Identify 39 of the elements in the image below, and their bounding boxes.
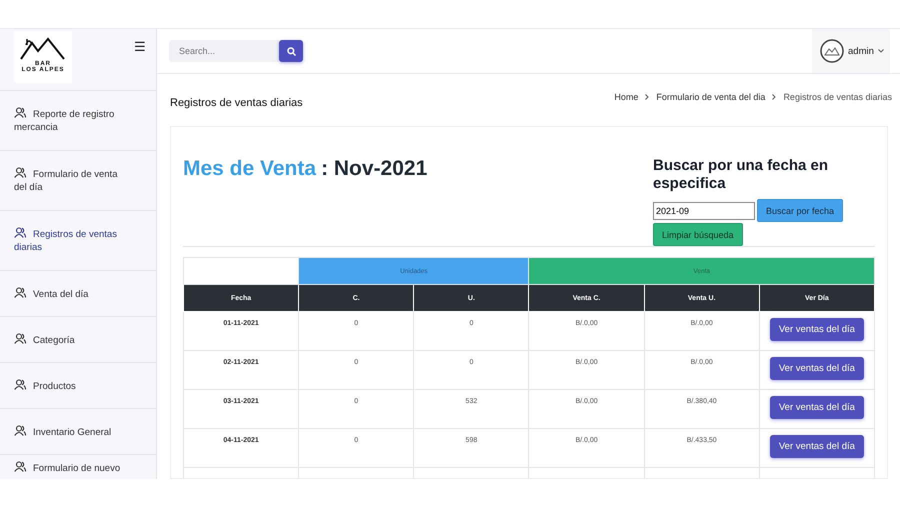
users-icon (14, 167, 26, 178)
view-day-sales-button[interactable]: Ver ventas del día (770, 357, 864, 380)
users-icon (14, 227, 26, 238)
month-value: : Nov-2021 (321, 157, 428, 180)
sidebar-item[interactable]: Productos (0, 363, 156, 409)
users-icon (14, 461, 26, 472)
users-icon (14, 425, 26, 436)
search-icon (286, 46, 296, 56)
users-icon (14, 107, 26, 118)
search-by-date-button[interactable]: Buscar por fecha (757, 199, 844, 222)
view-day-sales-button[interactable]: Ver ventas del día (770, 318, 864, 341)
date-search-title: Buscar por una fecha en especifica (653, 157, 830, 193)
sidebar-item[interactable]: Inventario General (0, 409, 156, 455)
sidebar-item[interactable]: Registros de ventas diarias (0, 211, 156, 271)
month-label: Mes de Venta (183, 157, 316, 180)
user-menu[interactable]: admin (812, 29, 890, 73)
search-field[interactable]: Search... (169, 40, 279, 62)
page-title: Registros de ventas diarias (170, 97, 303, 109)
chevron-down-icon (878, 49, 884, 53)
breadcrumb-link[interactable]: Formulario de venta del dia (656, 92, 766, 102)
breadcrumb-link[interactable]: Home (614, 92, 638, 102)
sidebar-item[interactable]: Categoría (0, 317, 156, 363)
sidebar-item[interactable]: Formulario de nuevo (0, 455, 156, 479)
clear-search-button[interactable]: Limpiar búsqueda (653, 223, 743, 246)
chevron-right-icon (645, 94, 650, 100)
avatar-icon (820, 39, 844, 63)
sidebar-item[interactable]: Reporte de registro mercancia (0, 91, 156, 151)
search-button[interactable] (279, 40, 303, 62)
menu-button[interactable]: ☰ (134, 39, 146, 54)
sidebar-item[interactable]: Venta del día (0, 271, 156, 317)
users-icon (14, 333, 26, 344)
chevron-right-icon (772, 94, 776, 100)
view-day-sales-button[interactable]: Ver ventas del día (770, 435, 864, 458)
date-field[interactable]: 2021-09 (653, 202, 755, 220)
sidebar-item[interactable]: Formulario de venta del día (0, 151, 156, 211)
user-name: admin (848, 46, 874, 56)
users-icon (14, 379, 26, 390)
users-icon (14, 287, 26, 298)
view-day-sales-button[interactable]: Ver ventas del día (770, 396, 864, 419)
